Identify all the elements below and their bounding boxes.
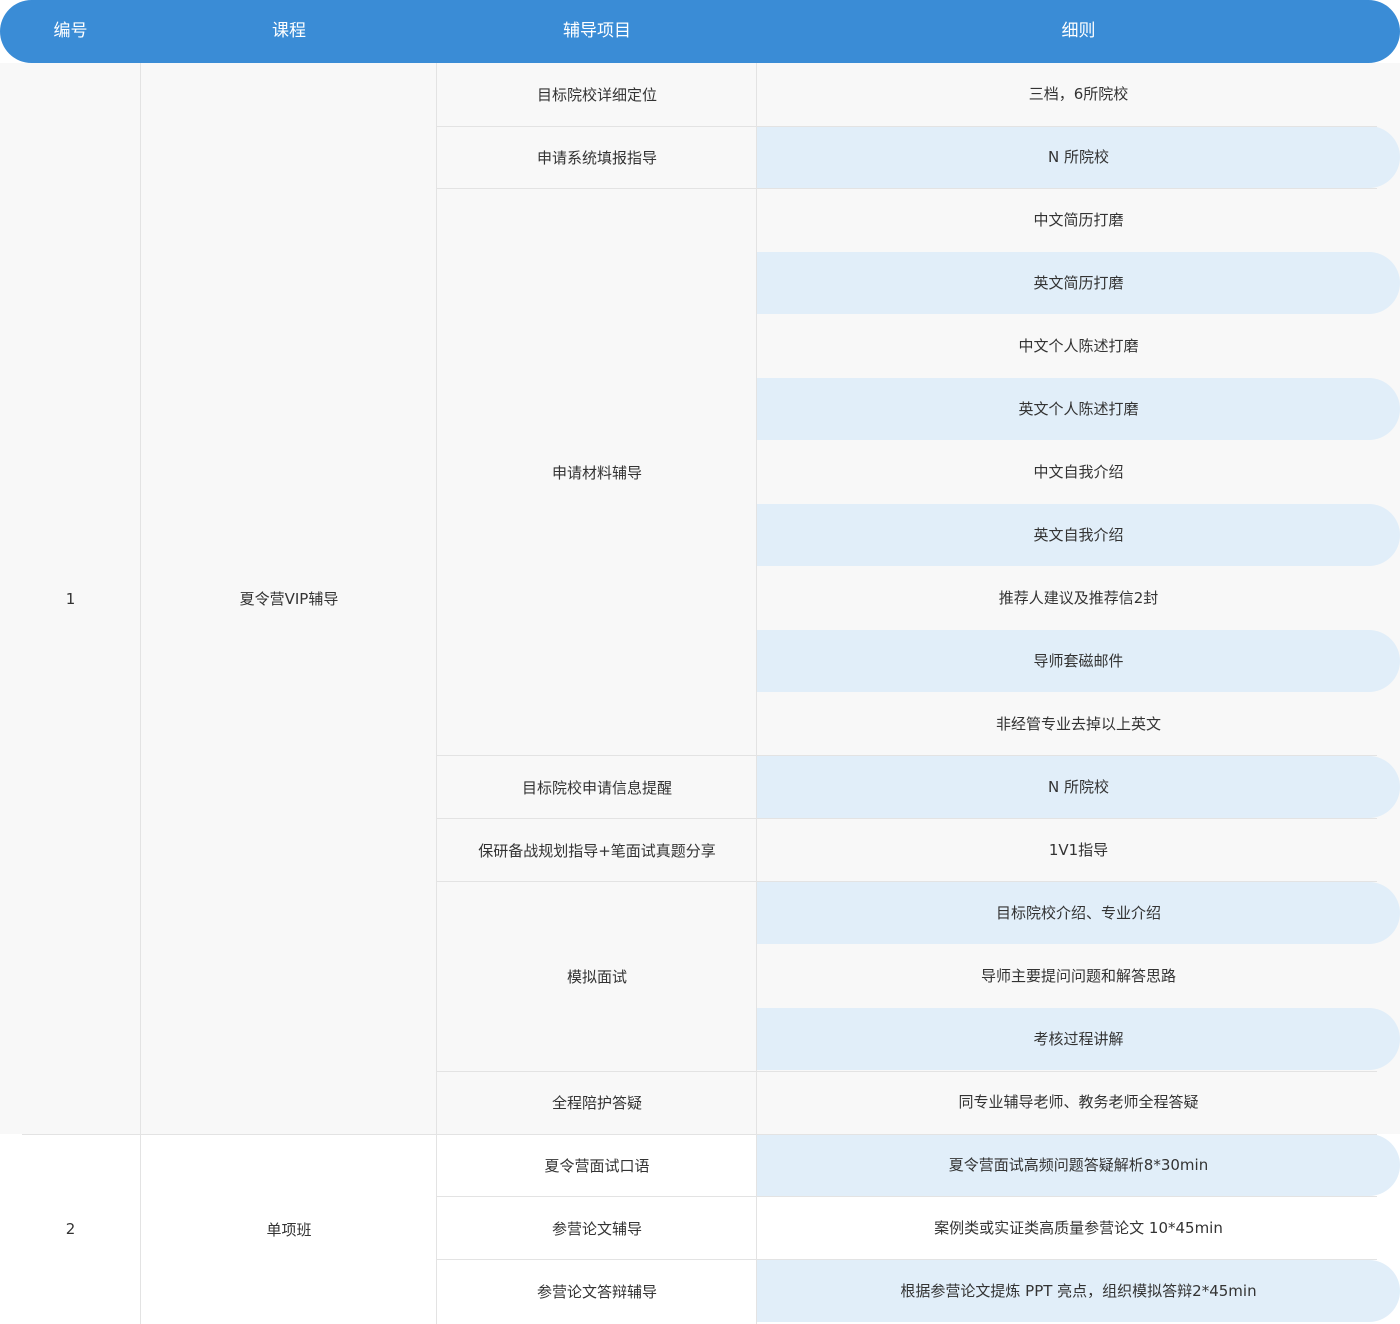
detail-text: 案例类或实证类高质量参营论文 10*45min bbox=[934, 1219, 1223, 1237]
header-item: 辅导项目 bbox=[563, 21, 631, 41]
header-no: 编号 bbox=[53, 21, 88, 41]
detail-text: 导师套磁邮件 bbox=[1033, 652, 1124, 670]
detail-text: 1V1指导 bbox=[1048, 841, 1109, 859]
detail-text: 推荐人建议及推荐信2封 bbox=[998, 589, 1159, 607]
detail-text: 考核过程讲解 bbox=[1033, 1030, 1124, 1048]
item-label: 目标院校申请信息提醒 bbox=[521, 779, 672, 797]
table-header: 编号 课程 辅导项目 细则 bbox=[0, 0, 1400, 63]
detail-text: 目标院校介绍、专业介绍 bbox=[995, 904, 1161, 922]
detail-text: N 所院校 bbox=[1048, 778, 1109, 796]
item-label: 全程陪护答疑 bbox=[551, 1094, 642, 1112]
item-label: 申请材料辅导 bbox=[551, 463, 642, 482]
detail-text: 英文个人陈述打磨 bbox=[1018, 400, 1139, 418]
detail-text: 三档，6所院校 bbox=[1028, 85, 1129, 103]
detail-text: 根据参营论文提炼 PPT 亮点，组织模拟答辩2*45min bbox=[900, 1282, 1257, 1300]
detail-text: 英文自我介绍 bbox=[1033, 526, 1124, 544]
detail-text: N 所院校 bbox=[1048, 148, 1109, 166]
item-label: 申请系统填报指导 bbox=[536, 149, 657, 167]
detail-text: 中文个人陈述打磨 bbox=[1018, 337, 1139, 355]
detail-text: 中文简历打磨 bbox=[1033, 211, 1124, 229]
detail-text: 夏令营面试高频问题答疑解析8*30min bbox=[948, 1156, 1209, 1174]
detail-text: 导师主要提问问题和解答思路 bbox=[980, 967, 1176, 985]
header-course: 课程 bbox=[272, 21, 306, 41]
item-label: 保研备战规划指导+笔面试真题分享 bbox=[478, 842, 716, 860]
course-name: 单项班 bbox=[266, 1220, 312, 1239]
detail-text: 同专业辅导老师、教务老师全程答疑 bbox=[958, 1093, 1199, 1111]
group-number: 2 bbox=[65, 1220, 76, 1238]
course-name: 夏令营VIP辅导 bbox=[239, 590, 339, 608]
header-detail: 细则 bbox=[1061, 21, 1096, 41]
item-label: 目标院校详细定位 bbox=[536, 86, 657, 104]
item-label: 模拟面试 bbox=[566, 968, 627, 986]
item-label: 夏令营面试口语 bbox=[544, 1157, 650, 1175]
detail-text: 非经管专业去掉以上英文 bbox=[995, 715, 1161, 733]
detail-text: 英文简历打磨 bbox=[1033, 274, 1124, 292]
item-label: 参营论文辅导 bbox=[551, 1220, 642, 1238]
item-label: 参营论文答辩辅导 bbox=[536, 1283, 657, 1301]
detail-text: 中文自我介绍 bbox=[1033, 463, 1124, 481]
group-number: 1 bbox=[65, 589, 76, 608]
